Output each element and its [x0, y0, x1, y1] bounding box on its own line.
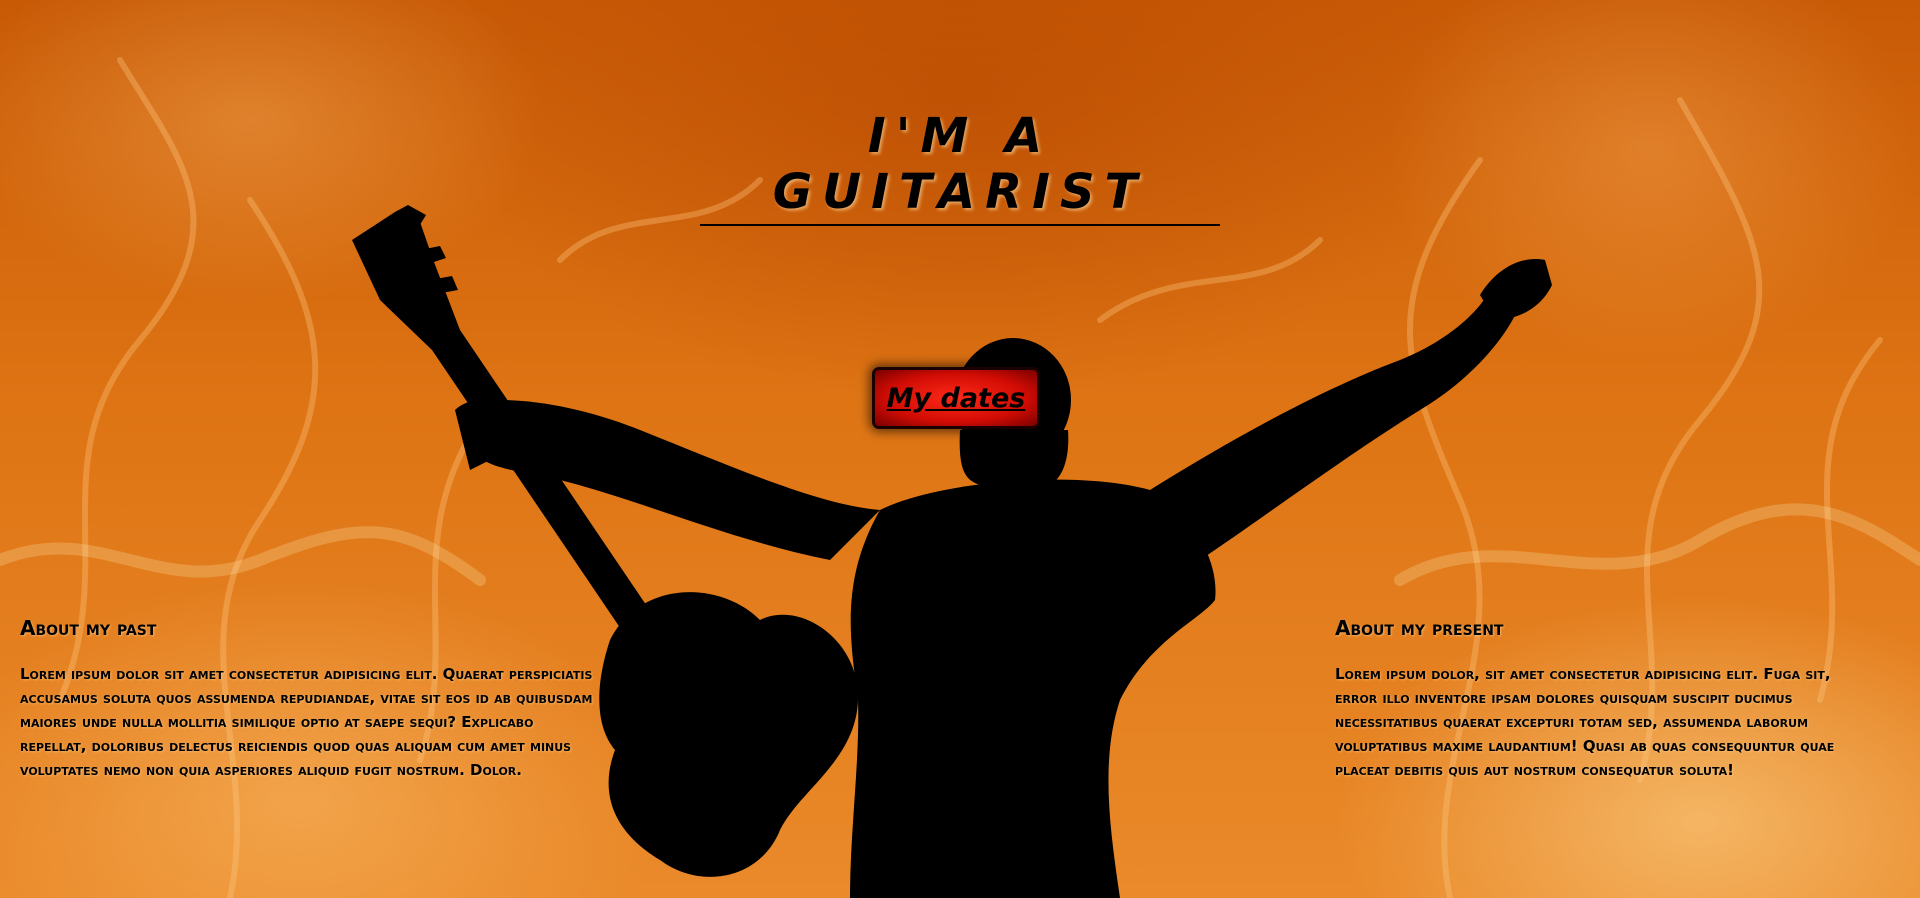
- about-present-section: About my present Lorem ipsum dolor, sit …: [1335, 616, 1875, 782]
- about-past-section: About my past Lorem ipsum dolor sit amet…: [20, 616, 595, 782]
- my-dates-button[interactable]: My dates: [872, 367, 1040, 429]
- about-past-text: Lorem ipsum dolor sit amet consectetur a…: [20, 665, 593, 779]
- page-title: I'M A GUITARIST: [700, 108, 1220, 226]
- about-present-heading: About my present: [1335, 616, 1504, 640]
- about-past-heading: About my past: [20, 616, 157, 640]
- about-present-text: Lorem ipsum dolor, sit amet consectetur …: [1335, 665, 1835, 779]
